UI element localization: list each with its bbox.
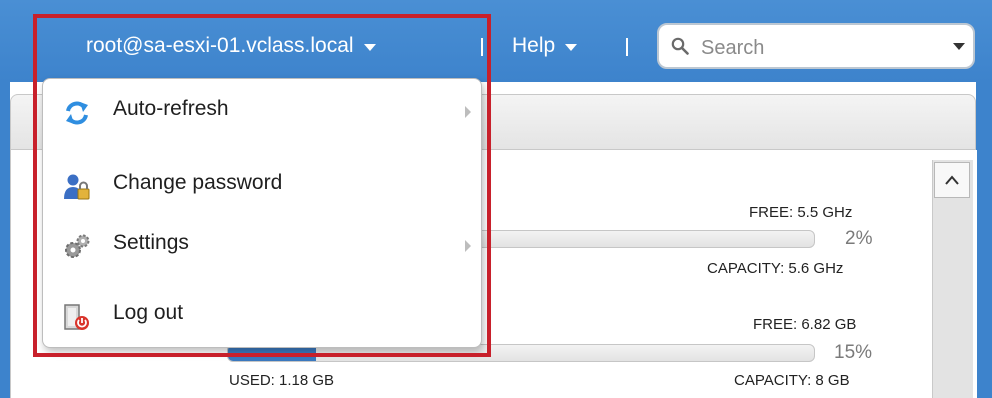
frame-border (976, 82, 992, 398)
menu-item-label: Auto-refresh (113, 97, 229, 120)
help-menu-button[interactable]: Help (512, 34, 578, 58)
separator (626, 38, 628, 56)
chevron-right-icon (465, 106, 471, 118)
cpu-percent: 2% (845, 228, 873, 249)
user-lock-icon (64, 174, 90, 200)
search-icon (671, 37, 689, 55)
logout-icon (64, 304, 89, 330)
frame-border (0, 82, 10, 398)
chevron-down-icon (565, 43, 578, 51)
top-bar: root@sa-esxi-01.vclass.local Help (0, 0, 992, 82)
scroll-up-button[interactable] (934, 162, 970, 198)
menu-item-log-out[interactable]: Log out (43, 293, 483, 337)
chevron-right-icon (465, 240, 471, 252)
menu-item-label: Settings (113, 231, 189, 254)
menu-item-label: Log out (113, 301, 184, 324)
cpu-capacity-text: CAPACITY: 5.6 GHz (707, 260, 844, 277)
menu-item-label: Change password (113, 171, 283, 194)
separator (481, 38, 483, 56)
search-dropdown-icon[interactable] (953, 43, 965, 50)
menu-item-auto-refresh[interactable]: Auto-refresh (43, 89, 483, 133)
memory-percent: 15% (834, 342, 873, 363)
search-input[interactable] (699, 33, 943, 63)
user-dropdown-menu: Auto-refresh Change password Settings Lo… (42, 78, 482, 348)
user-menu-label: root@sa-esxi-01.vclass.local (86, 34, 354, 57)
gears-icon (65, 234, 90, 258)
user-menu-button[interactable]: root@sa-esxi-01.vclass.local (86, 34, 376, 58)
memory-capacity-text: CAPACITY: 8 GB (734, 372, 850, 389)
cpu-free-text: FREE: 5.5 GHz (749, 204, 853, 221)
chevron-down-icon (363, 43, 376, 51)
menu-item-change-password[interactable]: Change password (43, 163, 483, 207)
menu-item-settings[interactable]: Settings (43, 223, 483, 267)
memory-used-text: USED: 1.18 GB (229, 372, 335, 389)
chevron-up-icon (945, 175, 959, 185)
search-box[interactable] (657, 23, 975, 69)
memory-free-text: FREE: 6.82 GB (753, 316, 857, 333)
help-menu-label: Help (512, 34, 556, 57)
refresh-icon (66, 101, 88, 125)
